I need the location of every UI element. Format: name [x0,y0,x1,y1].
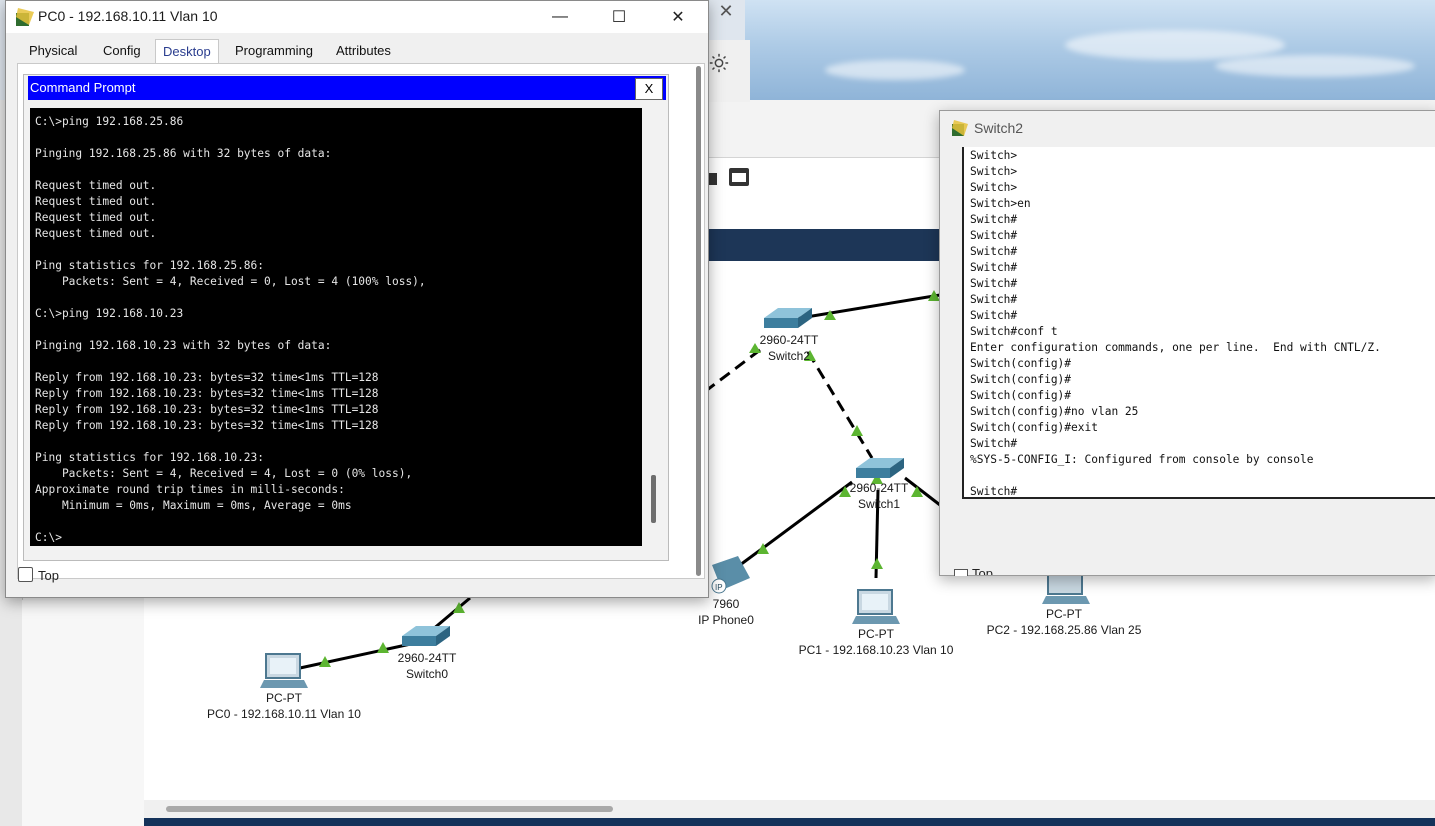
scrollbar-thumb[interactable] [166,806,613,812]
tab-config[interactable]: Config [96,39,148,63]
terminal-scrollbar-thumb[interactable] [651,475,656,523]
pc0-label: PC-PT PC0 - 192.168.10.11 Vlan 10 [207,691,361,721]
switch2-label: 2960-24TT Switch2 [759,333,819,363]
ip-phone-label: 7960 IP Phone0 [698,597,754,627]
top-checkbox[interactable] [954,569,968,576]
workspace-header-bar [707,229,942,261]
command-prompt-terminal[interactable]: C:\>ping 192.168.25.86 Pinging 192.168.2… [30,108,642,546]
print-icon[interactable] [707,168,757,192]
switch1-label: 2960-24TT Switch1 [849,481,909,511]
pc1-label: PC-PT PC1 - 192.168.10.23 Vlan 10 [798,627,954,657]
window-titlebar[interactable]: PC0 - 192.168.10.11 Vlan 10 — ☐ ✕ [6,1,708,33]
maximize-button[interactable]: ☐ [590,1,648,33]
tab-programming[interactable]: Programming [228,39,320,63]
command-prompt-close-button[interactable]: X [635,78,663,100]
switch0-label: 2960-24TT Switch0 [397,651,457,681]
pc0-window[interactable]: PC0 - 192.168.10.11 Vlan 10 — ☐ ✕ Physic… [5,0,709,598]
desktop-wallpaper [745,0,1435,100]
behind-window-close-button[interactable]: ✕ [707,0,745,22]
cli-terminal[interactable]: Switch> Switch> Switch> Switch>en Switch… [962,147,1435,499]
top-checkbox-label: Top [38,568,59,583]
gear-icon[interactable] [708,52,730,74]
bottom-bar [144,818,1435,826]
close-button[interactable]: ✕ [649,1,707,33]
workspace-toolbar [707,157,942,230]
window-scrollbar-thumb[interactable] [696,66,701,576]
command-prompt-header: Command Prompt [28,76,666,100]
top-checkbox[interactable] [18,567,33,582]
tab-physical[interactable]: Physical [22,39,84,63]
side-panel [22,600,144,826]
minimize-button[interactable]: — [531,1,589,33]
tab-attributes[interactable]: Attributes [329,39,398,63]
window-title: Switch2 [974,120,1024,136]
top-checkbox-label: Top [972,566,993,575]
tab-desktop[interactable]: Desktop [155,39,219,66]
pc2-label: PC-PT PC2 - 192.168.25.86 Vlan 25 [986,607,1142,637]
switch2-window[interactable]: Switch2 Switch> Switch> Switch> Switch>e… [939,110,1435,576]
packet-tracer-app-icon [952,120,968,136]
packet-tracer-app-icon [16,8,34,26]
window-title: PC0 - 192.168.10.11 Vlan 10 [38,8,218,24]
